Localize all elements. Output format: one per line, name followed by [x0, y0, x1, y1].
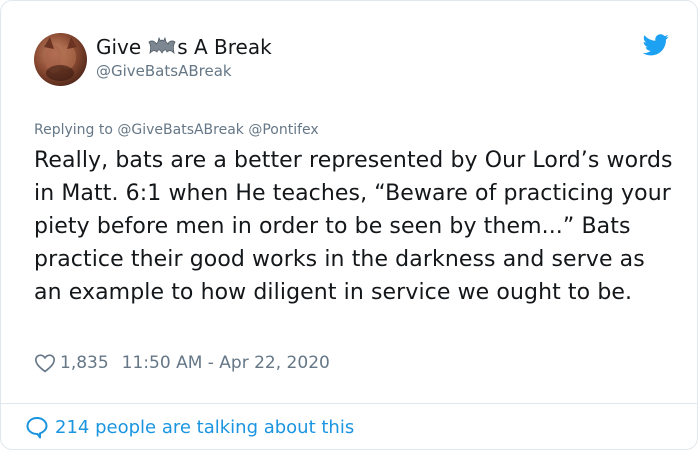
- replying-to[interactable]: Replying to @GiveBatsABreak @Pontifex: [34, 122, 319, 138]
- people-talking-text: 214 people are talking about this: [55, 416, 355, 438]
- bat-icon: [148, 36, 176, 56]
- twitter-bird-icon[interactable]: [642, 34, 669, 56]
- comment-bubble-icon: [25, 415, 49, 439]
- author-handle[interactable]: @GiveBatsABreak: [96, 62, 232, 80]
- people-talking-link[interactable]: 214 people are talking about this: [25, 415, 354, 439]
- heart-icon[interactable]: [34, 352, 56, 374]
- author-name-prefix: Give: [96, 35, 142, 59]
- like-count[interactable]: 1,835: [60, 353, 109, 373]
- divider: [1, 403, 697, 404]
- avatar-image: [44, 37, 77, 81]
- tweet-meta: 1,835 11:50 AM - Apr 22, 2020: [34, 352, 330, 374]
- author-name-suffix: s A Break: [177, 35, 272, 59]
- tweet-card: Give s A Break @GiveBatsABreak Replying …: [0, 0, 698, 450]
- tweet-timestamp[interactable]: 11:50 AM - Apr 22, 2020: [122, 353, 330, 373]
- author-name[interactable]: Give s A Break: [96, 35, 272, 59]
- tweet-text: Really, bats are a better represented by…: [34, 148, 673, 305]
- avatar[interactable]: [34, 33, 87, 86]
